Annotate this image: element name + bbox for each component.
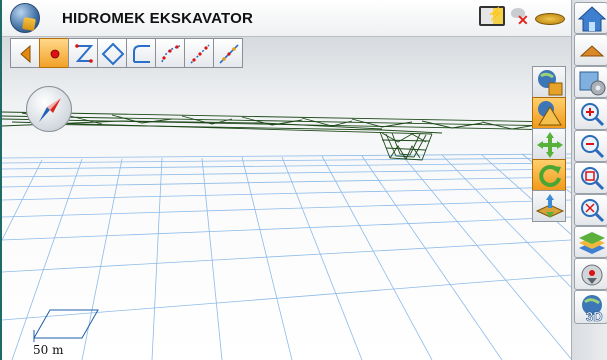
right-toolbar: 3D (571, 0, 607, 360)
terrain-view-icon[interactable] (532, 97, 566, 129)
point-icon[interactable] (39, 38, 69, 68)
gps-no-signal-icon[interactable] (509, 6, 531, 29)
status-icons (479, 6, 565, 29)
arc-icon[interactable] (126, 38, 156, 68)
collapse-up-icon[interactable] (574, 34, 607, 66)
line-segment-icon[interactable] (213, 38, 243, 68)
arrow-left-icon[interactable] (10, 38, 40, 68)
line-points-icon[interactable] (184, 38, 214, 68)
app-title: HIDROMEK EKSKAVATOR (62, 10, 254, 27)
zoom-window-icon[interactable] (574, 162, 607, 194)
zoom-out-icon[interactable] (574, 130, 607, 162)
layer-elevation-icon[interactable] (532, 190, 566, 222)
title-bar: HIDROMEK EKSKAVATOR (2, 0, 571, 37)
globe-view-icon[interactable] (532, 66, 566, 98)
compass-icon[interactable] (26, 86, 72, 132)
polygon-icon[interactable] (97, 38, 127, 68)
view-3d-icon[interactable]: 3D (574, 290, 607, 324)
rotate-icon[interactable] (532, 159, 566, 191)
center-location-icon[interactable] (574, 258, 607, 290)
scale-label: 50 m (33, 343, 64, 357)
curve-points-icon[interactable] (155, 38, 185, 68)
draw-toolbar (10, 38, 243, 68)
map-settings-icon[interactable] (574, 66, 607, 98)
layers-icon[interactable] (574, 226, 607, 258)
zoom-extents-icon[interactable] (574, 194, 607, 226)
home-icon[interactable] (574, 2, 607, 34)
zoom-in-icon[interactable] (574, 98, 607, 130)
app-window: HIDROMEK EKSKAVATOR ⚡ ✕ 50 m 3D (0, 0, 607, 360)
globe-excavator-icon[interactable] (10, 3, 40, 33)
view-3d-label: 3D (586, 309, 603, 324)
level-bubble-icon[interactable] (535, 13, 565, 25)
battery-charging-icon[interactable] (479, 6, 505, 26)
terrain-wireframe (2, 111, 563, 161)
polyline-icon[interactable] (68, 38, 98, 68)
pan-icon[interactable] (532, 128, 566, 160)
